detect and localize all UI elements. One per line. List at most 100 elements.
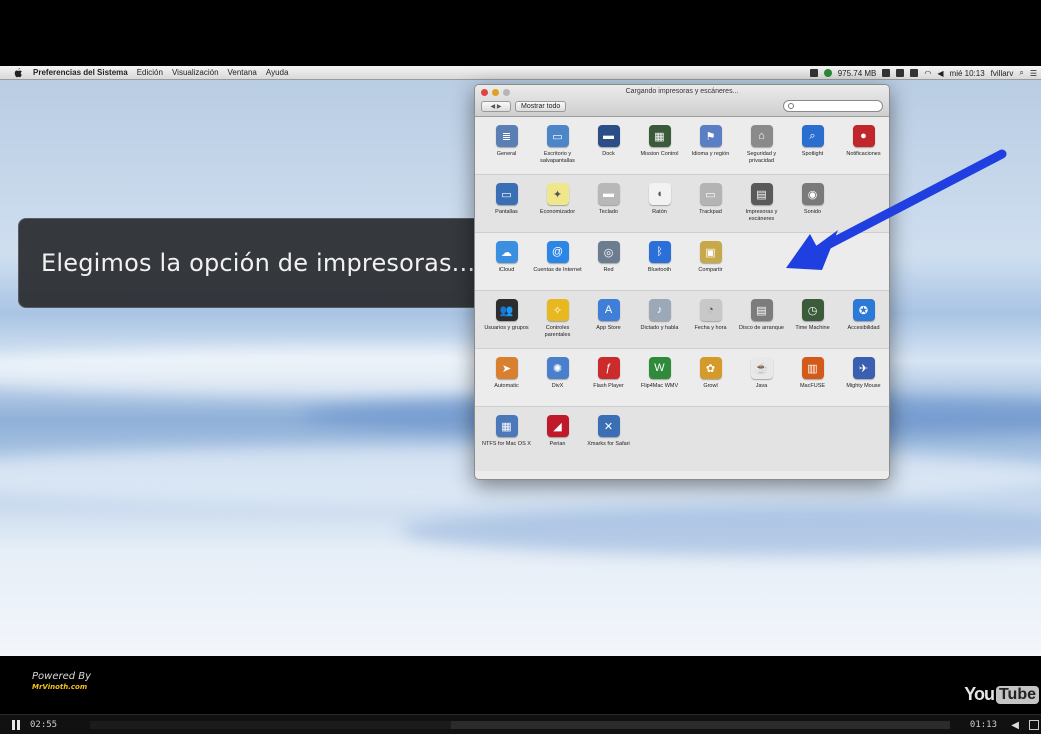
pane-compartir[interactable]: ▣ Compartir (685, 233, 736, 290)
pane-icon: ▭ (546, 125, 569, 147)
apple-icon[interactable] (14, 67, 23, 78)
pane-label: Accesibilidad (847, 325, 880, 331)
pane-mighty-mouse[interactable]: ✈ Mighty Mouse (838, 349, 889, 406)
pane-dock[interactable]: ▬ Dock (583, 117, 634, 174)
wifi-icon[interactable]: ◠ (924, 69, 931, 78)
display-icon[interactable] (809, 69, 818, 77)
pane-icon: ◢ (546, 415, 569, 437)
pane-divx[interactable]: ✺ DivX (532, 349, 583, 406)
pause-button[interactable] (10, 719, 24, 730)
pane-icon: ⌕ (801, 125, 824, 147)
pane-label: Bluetooth (647, 267, 672, 273)
pane-icon: ✕ (597, 415, 620, 437)
pane-idioma-y-región[interactable]: ⚑ Idioma y región (685, 117, 736, 174)
pane-java[interactable]: ☕ Java (736, 349, 787, 406)
pane-icon: ▦ (495, 415, 518, 437)
pane-ntfs-for-mac-os-x[interactable]: ▦ NTFS for Mac OS X (481, 407, 532, 471)
pane-icon: ➤ (495, 357, 518, 379)
pane-icon: ◔ (699, 299, 722, 321)
pane-bluetooth[interactable]: ᛒ Bluetooth (634, 233, 685, 290)
powered-by-site: MrVinoth.com (32, 683, 88, 691)
pane-mission-control[interactable]: ▦ Mission Control (634, 117, 685, 174)
pane-perian[interactable]: ◢ Perian (532, 407, 583, 471)
pane-controles-parentales[interactable]: ✧ Controles parentales (532, 291, 583, 348)
volume-icon[interactable]: ◀ (1011, 720, 1019, 731)
show-all-button[interactable]: Mostrar todo (515, 101, 567, 112)
pane-icon: ☁ (495, 241, 518, 263)
progress-bar[interactable] (90, 721, 950, 729)
pane-teclado[interactable]: ▬ Teclado (583, 175, 634, 232)
dropbox-icon[interactable] (882, 69, 891, 77)
search-icon (788, 103, 794, 109)
pane-label: Dictado y habla (640, 325, 679, 331)
pane-icon: ⚑ (699, 125, 722, 147)
pane-trackpad[interactable]: ▭ Trackpad (685, 175, 736, 232)
window-titlebar[interactable]: Cargando impresoras y escáneres... ◀ ▶ M… (475, 85, 889, 117)
memory-readout[interactable]: 975.74 MB (838, 69, 877, 78)
pane-section: ➤ Automatic ✺ DivX ƒ Flash Player W Flip4Mac WM… (475, 349, 889, 407)
pane-label: Automatic (494, 383, 519, 389)
pane-app-store[interactable]: A App Store (583, 291, 634, 348)
mac-menubar: Preferencias del Sistema Edición Visuali… (0, 66, 1041, 80)
pane-label: Compartir (698, 267, 723, 273)
youtube-logo[interactable]: You Tube (964, 684, 1039, 705)
player-controls: 02:55 01:13 ◀ (0, 714, 1041, 734)
pane-icon: ▭ (699, 183, 722, 205)
pane-automatic[interactable]: ➤ Automatic (481, 349, 532, 406)
pane-accesibilidad[interactable]: ✪ Accesibilidad (838, 291, 889, 348)
pane-label: Ratón (652, 209, 667, 215)
fullscreen-icon[interactable] (1029, 720, 1039, 730)
pane-icon: ● (852, 125, 875, 147)
volume-icon[interactable]: ◀ (937, 69, 943, 78)
menu-app-name[interactable]: Preferencias del Sistema (33, 68, 128, 77)
menu-ayuda[interactable]: Ayuda (266, 68, 289, 77)
search-field[interactable] (783, 100, 883, 112)
pane-escritorio-y-salvapantallas[interactable]: ▭ Escritorio y salvapantallas (532, 117, 583, 174)
pane-icon: ✧ (546, 299, 569, 321)
pane-flip4mac-wmv[interactable]: W Flip4Mac WMV (634, 349, 685, 406)
pane-usuarios-y-grupos[interactable]: 👥 Usuarios y grupos (481, 291, 532, 348)
lock-icon[interactable] (896, 69, 905, 77)
pane-icloud[interactable]: ☁ iCloud (481, 233, 532, 290)
video-frame[interactable]: Preferencias del Sistema Edición Visuali… (0, 66, 1041, 656)
pane-icon: ▥ (801, 357, 824, 379)
pane-ratón[interactable]: ◖ Ratón (634, 175, 685, 232)
pane-label: iCloud (498, 267, 515, 273)
pane-macfuse[interactable]: ▥ MacFUSE (787, 349, 838, 406)
pane-dictado-y-habla[interactable]: ♪ Dictado y habla (634, 291, 685, 348)
pane-label: Trackpad (699, 209, 722, 215)
pane-icon: ◎ (597, 241, 620, 263)
back-forward-buttons[interactable]: ◀ ▶ (481, 101, 511, 112)
pane-label: Flip4Mac WMV (640, 383, 679, 389)
bluetooth-icon[interactable] (910, 69, 919, 77)
notification-center-icon[interactable]: ☰ (1030, 69, 1037, 78)
pane-fecha-y-hora[interactable]: ◔ Fecha y hora (685, 291, 736, 348)
spotlight-icon[interactable]: ⌕ (1019, 68, 1023, 78)
pane-icon: W (648, 357, 671, 379)
pane-icon: ✿ (699, 357, 722, 379)
pane-icon: A (597, 299, 620, 321)
menubar-clock[interactable]: mié 10:13 (950, 69, 985, 78)
pane-section: 👥 Usuarios y grupos ✧ Controles parentales A… (475, 291, 889, 349)
pane-economizador[interactable]: ✦ Economizador (532, 175, 583, 232)
memory-icon (823, 69, 832, 77)
pane-pantallas[interactable]: ▭ Pantallas (481, 175, 532, 232)
player-chrome: Powered By MrVinoth.com You Tube 02:55 0… (0, 656, 1041, 734)
pane-label: App Store (596, 325, 621, 331)
pane-flash-player[interactable]: ƒ Flash Player (583, 349, 634, 406)
pane-growl[interactable]: ✿ Growl (685, 349, 736, 406)
menu-edicion[interactable]: Edición (137, 68, 163, 77)
pane-icon: ƒ (597, 357, 620, 379)
pane-xmarks-for-safari[interactable]: ✕ Xmarks for Safari (583, 407, 634, 471)
pane-red[interactable]: ◎ Red (583, 233, 634, 290)
menubar-user[interactable]: fvillarv (991, 69, 1014, 78)
pane-time-machine[interactable]: ◷ Time Machine (787, 291, 838, 348)
pane-icon: ♪ (648, 299, 671, 321)
pane-label: Impresoras y escáneres (745, 209, 778, 222)
pane-general[interactable]: ≣ General (481, 117, 532, 174)
menu-visualizacion[interactable]: Visualización (172, 68, 219, 77)
pane-cuentas-de-internet[interactable]: @ Cuentas de Internet (532, 233, 583, 290)
pane-disco-de-arranque[interactable]: ▤ Disco de arranque (736, 291, 787, 348)
menu-ventana[interactable]: Ventana (228, 68, 257, 77)
pane-label: Fecha y hora (694, 325, 727, 331)
